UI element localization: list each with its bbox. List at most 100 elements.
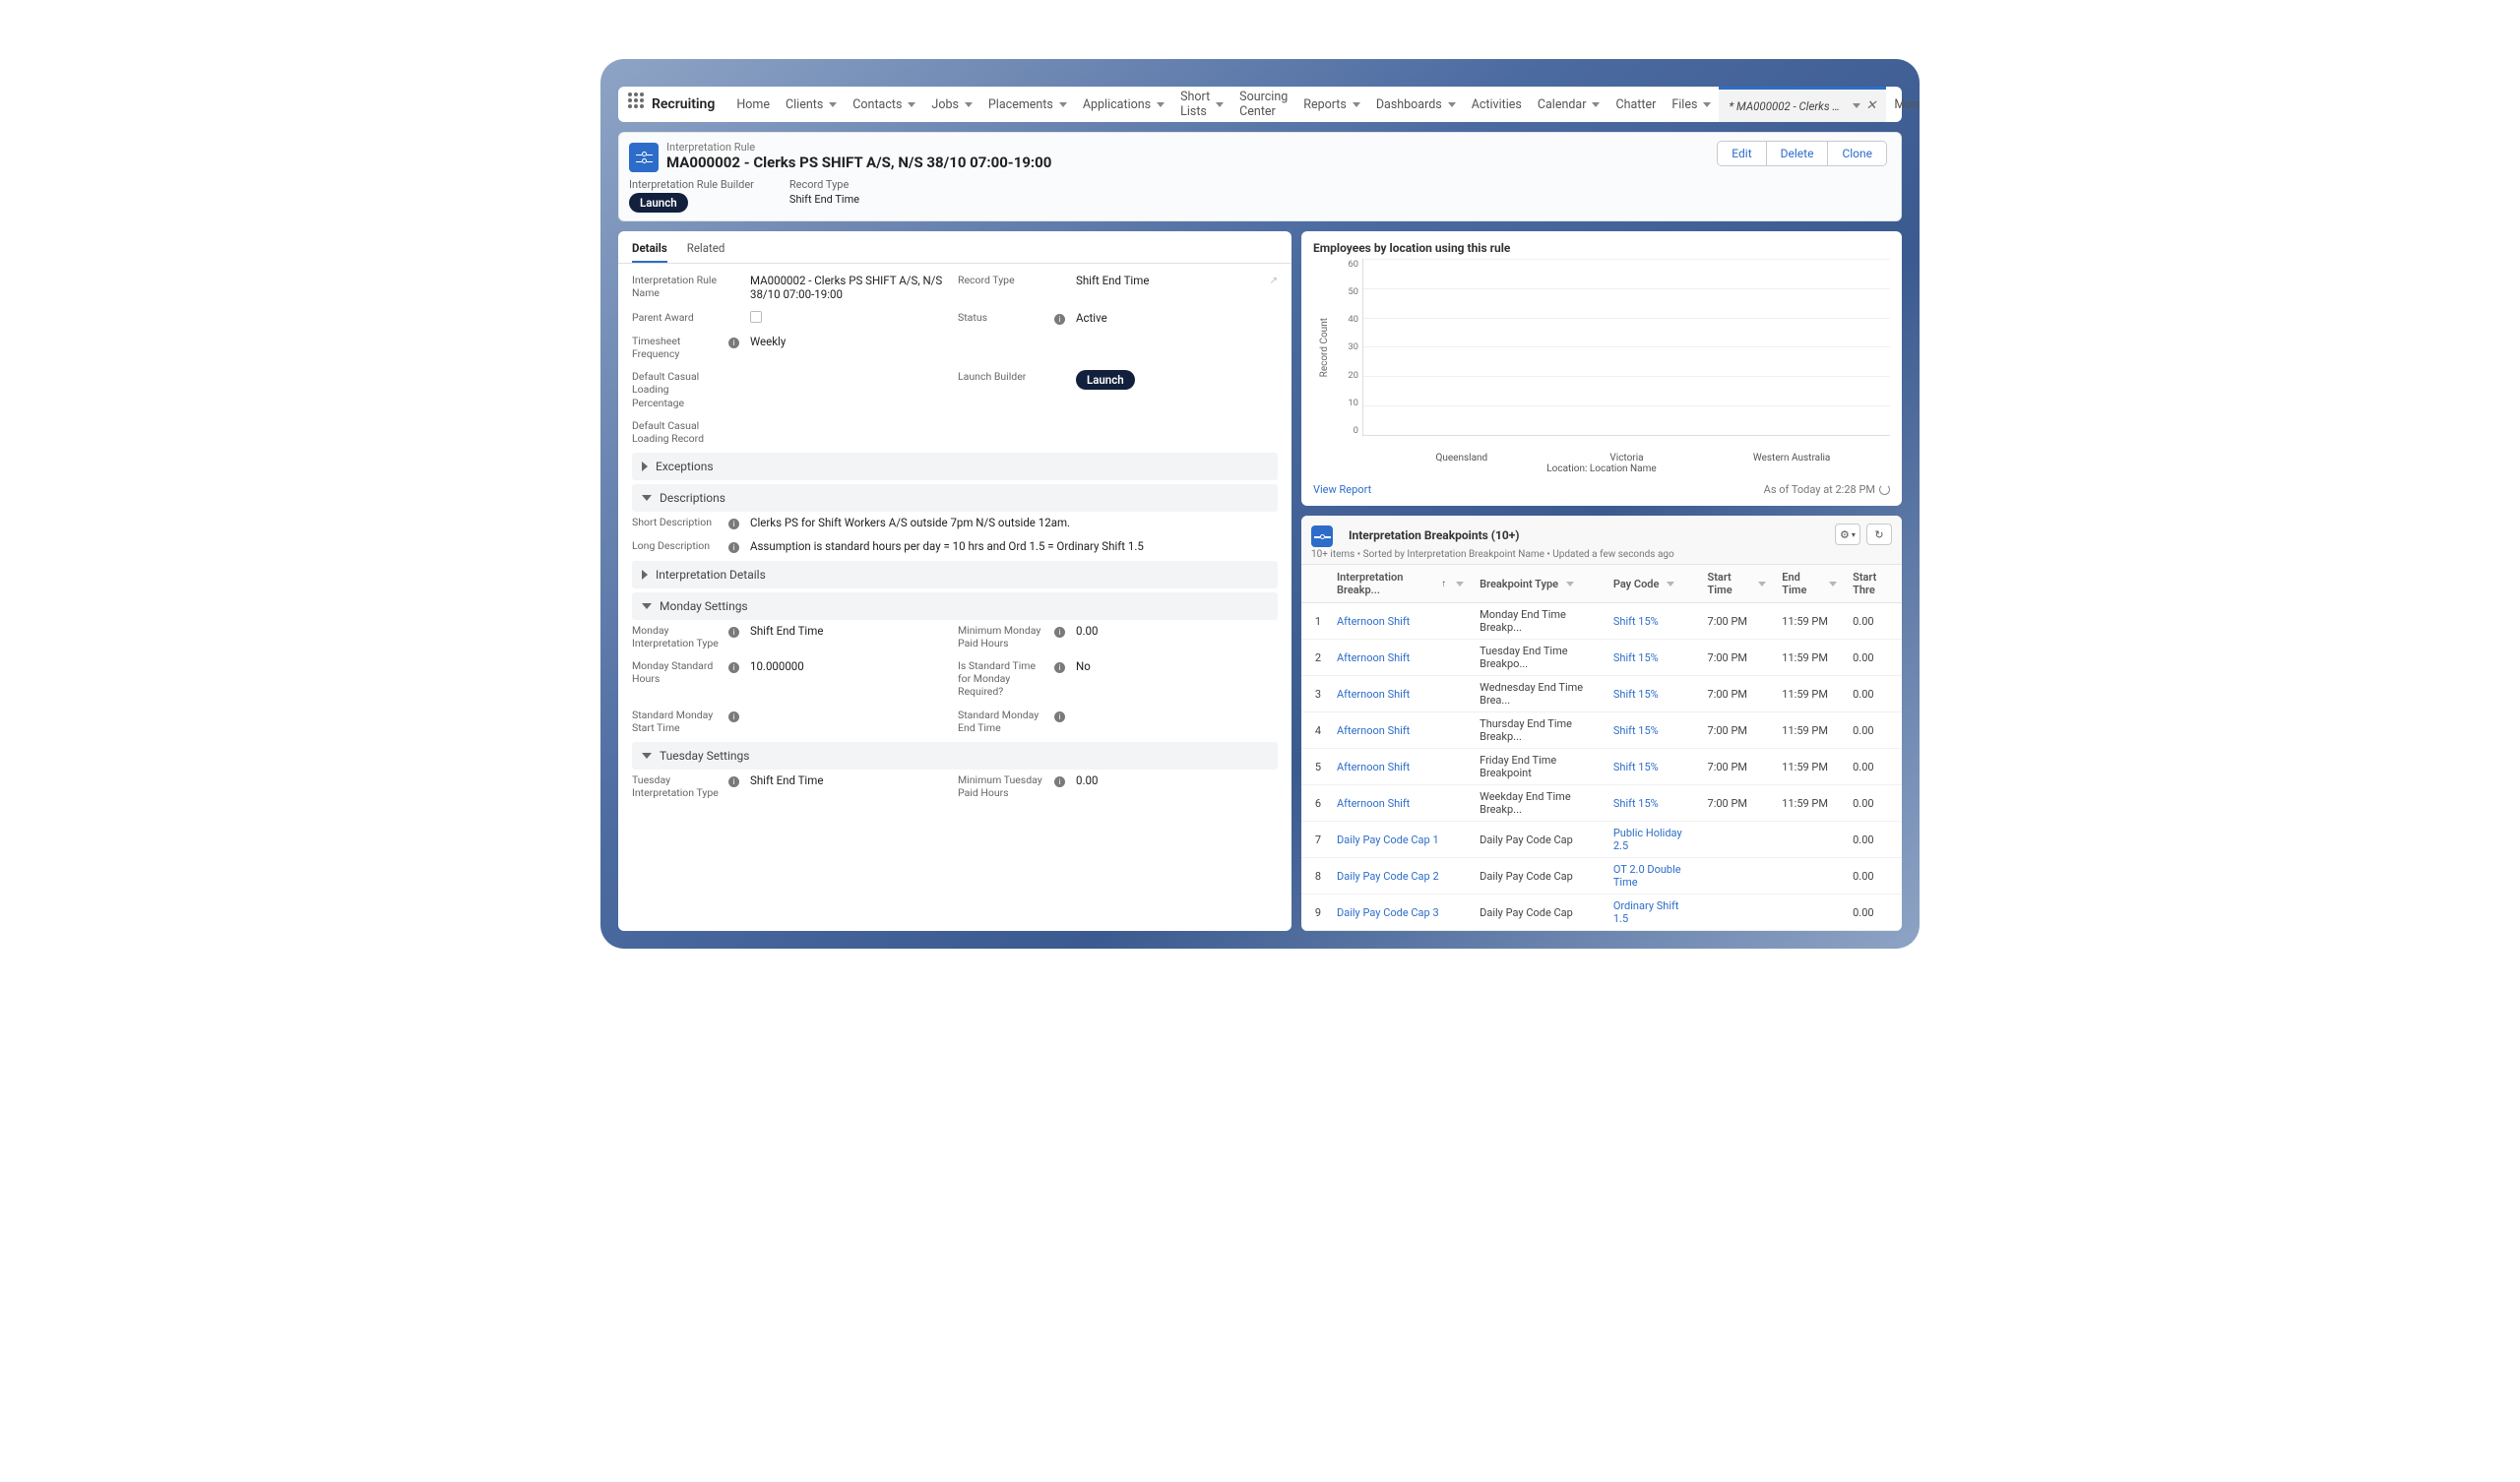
nav-item-sourcing-center[interactable]: Sourcing Center xyxy=(1231,87,1295,122)
info-icon[interactable]: i xyxy=(1054,776,1065,787)
info-icon[interactable]: i xyxy=(1054,662,1065,673)
cell-rownum: 1 xyxy=(1301,603,1329,640)
cell-name[interactable]: Daily Pay Code Cap 2 xyxy=(1329,858,1472,895)
info-icon[interactable]: i xyxy=(728,627,739,638)
close-icon[interactable]: ✕ xyxy=(1866,98,1877,113)
info-icon[interactable]: i xyxy=(1054,314,1065,325)
details-panel: Details Related Interpretation Rule Name… xyxy=(618,231,1292,931)
cell-pay[interactable]: Shift 15% xyxy=(1606,712,1700,749)
monday-min-paid-label: Minimum Monday Paid Hours xyxy=(958,624,1048,649)
col-end[interactable]: End Time xyxy=(1774,565,1845,603)
col-type[interactable]: Breakpoint Type xyxy=(1472,565,1606,603)
cell-pay[interactable]: OT 2.0 Double Time xyxy=(1606,858,1700,895)
chevron-down-icon[interactable] xyxy=(1853,103,1860,108)
info-icon[interactable]: i xyxy=(1054,711,1065,722)
nav-item-jobs[interactable]: Jobs xyxy=(923,87,980,122)
nav-item-chatter[interactable]: Chatter xyxy=(1607,87,1664,122)
cell-name[interactable]: Daily Pay Code Cap 3 xyxy=(1329,895,1472,931)
app-launcher-icon[interactable] xyxy=(628,93,644,116)
info-icon[interactable]: i xyxy=(728,542,739,553)
col-rownum xyxy=(1301,565,1329,603)
cell-start: 7:00 PM xyxy=(1700,603,1775,640)
change-record-type-icon[interactable]: ↗ xyxy=(1270,276,1278,286)
cell-name[interactable]: Daily Pay Code Cap 1 xyxy=(1329,822,1472,858)
view-report-link[interactable]: View Report xyxy=(1313,483,1371,496)
record-actions: Edit Delete Clone xyxy=(1717,141,1887,166)
cell-rownum: 7 xyxy=(1301,822,1329,858)
tab-related[interactable]: Related xyxy=(687,241,725,263)
nav-item-reports[interactable]: Reports xyxy=(1295,87,1368,122)
refresh-icon[interactable] xyxy=(1879,484,1890,495)
cell-name[interactable]: Afternoon Shift xyxy=(1329,676,1472,712)
tuesday-type-label: Tuesday Interpretation Type xyxy=(632,773,723,799)
cell-end: 11:59 PM xyxy=(1774,785,1845,822)
cell-pay[interactable]: Shift 15% xyxy=(1606,785,1700,822)
cell-name[interactable]: Afternoon Shift xyxy=(1329,785,1472,822)
delete-button[interactable]: Delete xyxy=(1766,142,1828,165)
col-thr[interactable]: Start Thre xyxy=(1845,565,1902,603)
status-value: Active xyxy=(1076,311,1278,325)
info-icon[interactable]: i xyxy=(1054,627,1065,638)
info-icon[interactable]: i xyxy=(728,338,739,348)
section-exceptions[interactable]: Exceptions xyxy=(632,453,1278,480)
nav-item-calendar[interactable]: Calendar xyxy=(1530,87,1608,122)
col-name[interactable]: Interpretation Breakp...↑ xyxy=(1329,565,1472,603)
chart-panel: Employees by location using this rule Re… xyxy=(1301,231,1902,506)
cell-start: 7:00 PM xyxy=(1700,640,1775,676)
cell-name[interactable]: Afternoon Shift xyxy=(1329,603,1472,640)
gear-icon[interactable]: ⚙▾ xyxy=(1835,524,1860,545)
nav-item-applications[interactable]: Applications xyxy=(1075,87,1172,122)
cell-name[interactable]: Afternoon Shift xyxy=(1329,712,1472,749)
cell-start xyxy=(1700,858,1775,895)
cell-pay[interactable]: Shift 15% xyxy=(1606,676,1700,712)
section-monday-settings[interactable]: Monday Settings xyxy=(632,592,1278,620)
nav-item-activities[interactable]: Activities xyxy=(1464,87,1530,122)
section-descriptions[interactable]: Descriptions xyxy=(632,484,1278,512)
nav-item-dashboards[interactable]: Dashboards xyxy=(1368,87,1464,122)
cell-type: Thursday End Time Breakp... xyxy=(1472,712,1606,749)
rule-name-label: Interpretation Rule Name xyxy=(632,274,723,299)
nav-item-short-lists[interactable]: Short Lists xyxy=(1172,87,1231,122)
long-desc-value: Assumption is standard hours per day = 1… xyxy=(750,539,1278,553)
cell-name[interactable]: Afternoon Shift xyxy=(1329,749,1472,785)
nav-item-contacts[interactable]: Contacts xyxy=(845,87,923,122)
info-icon[interactable]: i xyxy=(728,662,739,673)
col-start[interactable]: Start Time xyxy=(1700,565,1775,603)
refresh-icon[interactable]: ↻ xyxy=(1866,524,1892,545)
cell-rownum: 3 xyxy=(1301,676,1329,712)
app-name: Recruiting xyxy=(652,96,715,112)
cell-pay[interactable]: Shift 15% xyxy=(1606,603,1700,640)
nav-item-files[interactable]: Files xyxy=(1664,87,1719,122)
info-icon[interactable]: i xyxy=(728,519,739,529)
cell-pay[interactable]: Public Holiday 2.5 xyxy=(1606,822,1700,858)
col-pay[interactable]: Pay Code xyxy=(1606,565,1700,603)
nav-more[interactable]: More xyxy=(1886,87,1920,122)
chevron-down-icon xyxy=(642,753,652,759)
nav-item-placements[interactable]: Placements xyxy=(980,87,1075,122)
cell-pay[interactable]: Ordinary Shift 1.5 xyxy=(1606,895,1700,931)
section-tuesday-settings[interactable]: Tuesday Settings xyxy=(632,742,1278,770)
cell-end: 11:59 PM xyxy=(1774,749,1845,785)
interpretation-rule-icon xyxy=(629,143,659,172)
launch-builder-header-button[interactable]: Launch xyxy=(629,193,688,213)
clone-button[interactable]: Clone xyxy=(1827,142,1886,165)
cell-pay[interactable]: Shift 15% xyxy=(1606,749,1700,785)
info-icon[interactable]: i xyxy=(728,776,739,787)
record-title: MA000002 - Clerks PS SHIFT A/S, N/S 38/1… xyxy=(666,154,1051,171)
nav-item-home[interactable]: Home xyxy=(728,87,778,122)
default-casual-rec-label: Default Casual Loading Record xyxy=(632,419,723,445)
section-interpretation-details[interactable]: Interpretation Details xyxy=(632,561,1278,588)
launch-builder-button[interactable]: Launch xyxy=(1076,370,1135,390)
workspace-tab-active[interactable]: * MA000002 - Clerks PS SHI... ✕ xyxy=(1719,87,1886,122)
record-object-label: Interpretation Rule xyxy=(666,141,1051,154)
cell-pay[interactable]: Shift 15% xyxy=(1606,640,1700,676)
table-row: 1Afternoon ShiftMonday End Time Breakp..… xyxy=(1301,603,1902,640)
cell-name[interactable]: Afternoon Shift xyxy=(1329,640,1472,676)
cell-type: Daily Pay Code Cap xyxy=(1472,822,1606,858)
tab-details[interactable]: Details xyxy=(632,241,667,263)
info-icon[interactable]: i xyxy=(728,711,739,722)
nav-item-clients[interactable]: Clients xyxy=(778,87,845,122)
chevron-down-icon xyxy=(1829,582,1837,587)
cell-type: Weekday End Time Breakp... xyxy=(1472,785,1606,822)
edit-button[interactable]: Edit xyxy=(1718,142,1765,165)
